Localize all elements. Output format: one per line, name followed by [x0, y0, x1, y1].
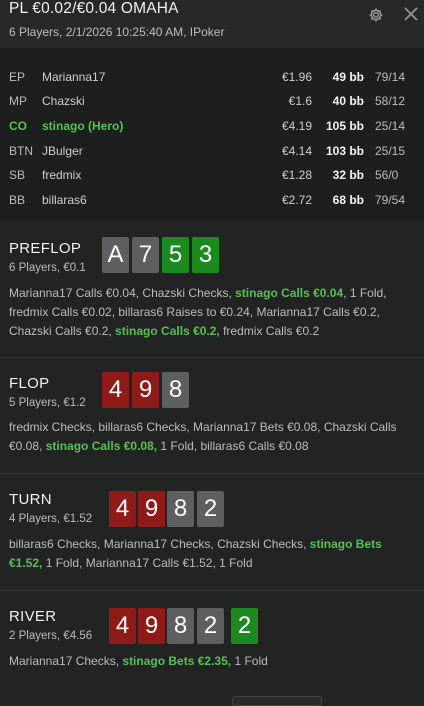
action-text: 1 Fold, Marianna17 Calls €1.52, 1 Fold: [42, 556, 253, 570]
playing-card: 8: [167, 491, 194, 527]
playing-card: 9: [138, 608, 165, 644]
player-stat: 58/12: [375, 94, 406, 108]
player-row[interactable]: BB billaras6 €2.72 68 bb 79/54: [0, 190, 424, 210]
hero-action: stinago Calls €0.2,: [115, 324, 220, 338]
player-bb: 49 bb: [332, 70, 364, 84]
hero-action: stinago Calls €0.04: [235, 286, 344, 300]
action-text: billaras6 Checks, Marianna17 Checks, Cha…: [9, 537, 310, 551]
player-bb: 105 bb: [325, 119, 364, 133]
playing-card: 8: [162, 372, 189, 408]
hero-action: stinago Bets €2.35,: [122, 654, 232, 668]
street-turn: TURN 4 Players, €1.52 4 9 8 2 billaras6 …: [0, 473, 424, 590]
street-name: RIVER: [9, 608, 57, 625]
playing-card: 3: [192, 237, 219, 273]
player-stat: 56/0: [375, 168, 399, 182]
player-stat: 79/14: [375, 70, 406, 84]
player-stat: 79/54: [375, 193, 406, 207]
playing-card: 4: [109, 491, 136, 527]
player-name: Chazski: [42, 94, 85, 108]
hand-subtitle: 6 Players, 2/1/2026 10:25:40 AM, IPoker: [9, 25, 225, 39]
hero-action: stinago Calls €0.08,: [45, 439, 158, 453]
player-name: Marianna17: [42, 70, 106, 84]
close-icon[interactable]: [403, 6, 419, 22]
playing-card: 9: [132, 372, 159, 408]
player-name: JBulger: [42, 144, 83, 158]
playing-card: 4: [109, 608, 136, 644]
playing-card: 2: [197, 608, 224, 644]
street-actions: billaras6 Checks, Marianna17 Checks, Cha…: [9, 535, 415, 573]
hand-header: PL €0.02/€0.04 OMAHA 6 Players, 2/1/2026…: [0, 0, 424, 48]
player-stat: 25/15: [375, 144, 406, 158]
player-name: billaras6: [42, 193, 87, 207]
street-name: TURN: [9, 491, 52, 508]
playing-card: 5: [162, 237, 189, 273]
player-stat: 25/14: [375, 119, 406, 133]
bottom-tab-handle[interactable]: [232, 696, 322, 706]
hand-title: PL €0.02/€0.04 OMAHA: [9, 0, 179, 17]
player-position: SB: [9, 168, 26, 182]
playing-card: 2: [197, 491, 224, 527]
street-info: 6 Players, €0.1: [9, 262, 86, 274]
action-text: Marianna17 Checks,: [9, 654, 123, 668]
player-stack: €1.28: [281, 168, 312, 182]
street-info: 4 Players, €1.52: [9, 513, 93, 525]
action-text: 1 Fold: [231, 654, 268, 668]
street-info: 2 Players, €4.56: [9, 630, 93, 642]
player-row[interactable]: SB fredmix €1.28 32 bb 56/0: [0, 165, 424, 185]
action-text: Marianna17 Calls €0.04, Chazski Checks,: [9, 286, 236, 300]
street-flop: FLOP 5 Players, €1.2 4 9 8 fredmix Check…: [0, 357, 424, 473]
player-name: stinago (Hero): [42, 119, 124, 133]
playing-card: 2: [231, 608, 258, 644]
action-text: fredmix Calls €0.2: [219, 324, 320, 338]
street-actions: fredmix Checks, billaras6 Checks, Marian…: [9, 418, 415, 456]
playing-card: 9: [138, 491, 165, 527]
player-position: BTN: [9, 144, 33, 158]
street-name: FLOP: [9, 375, 50, 392]
player-name: fredmix: [42, 168, 82, 182]
playing-card: 8: [167, 608, 194, 644]
player-stack: €2.72: [281, 193, 312, 207]
player-row[interactable]: BTN JBulger €4.14 103 bb 25/15: [0, 141, 424, 161]
player-row-hero[interactable]: CO stinago (Hero) €4.19 105 bb 25/14: [0, 116, 424, 136]
player-row[interactable]: EP Marianna17 €1.96 49 bb 79/14: [0, 67, 424, 87]
playing-card: 7: [132, 237, 159, 273]
playing-card: 4: [102, 372, 129, 408]
player-position: CO: [9, 119, 27, 133]
action-text: 1 Fold, billaras6 Calls €0.08: [157, 439, 309, 453]
street-actions: Marianna17 Checks, stinago Bets €2.35, 1…: [9, 652, 415, 671]
player-bb: 40 bb: [332, 94, 364, 108]
player-stack: €1.6: [288, 94, 312, 108]
players-table: EP Marianna17 €1.96 49 bb 79/14 MP Chazs…: [0, 48, 424, 220]
player-stack: €4.14: [281, 144, 312, 158]
player-bb: 103 bb: [325, 144, 364, 158]
player-position: BB: [9, 193, 26, 207]
street-river: RIVER 2 Players, €4.56 4 9 8 2 2 Mariann…: [0, 590, 424, 700]
player-row[interactable]: MP Chazski €1.6 40 bb 58/12: [0, 91, 424, 111]
street-info: 5 Players, €1.2: [9, 397, 86, 409]
street-actions: Marianna17 Calls €0.04, Chazski Checks, …: [9, 284, 415, 341]
player-bb: 32 bb: [332, 168, 364, 182]
street-preflop: PREFLOP 6 Players, €0.1 A 7 5 3 Marianna…: [0, 220, 424, 357]
street-name: PREFLOP: [9, 240, 82, 257]
player-bb: 68 bb: [332, 193, 364, 207]
player-stack: €1.96: [281, 70, 312, 84]
gear-icon[interactable]: [368, 7, 384, 23]
player-position: EP: [9, 70, 26, 84]
player-stack: €4.19: [281, 119, 312, 133]
player-position: MP: [9, 94, 27, 108]
playing-card: A: [102, 237, 129, 273]
